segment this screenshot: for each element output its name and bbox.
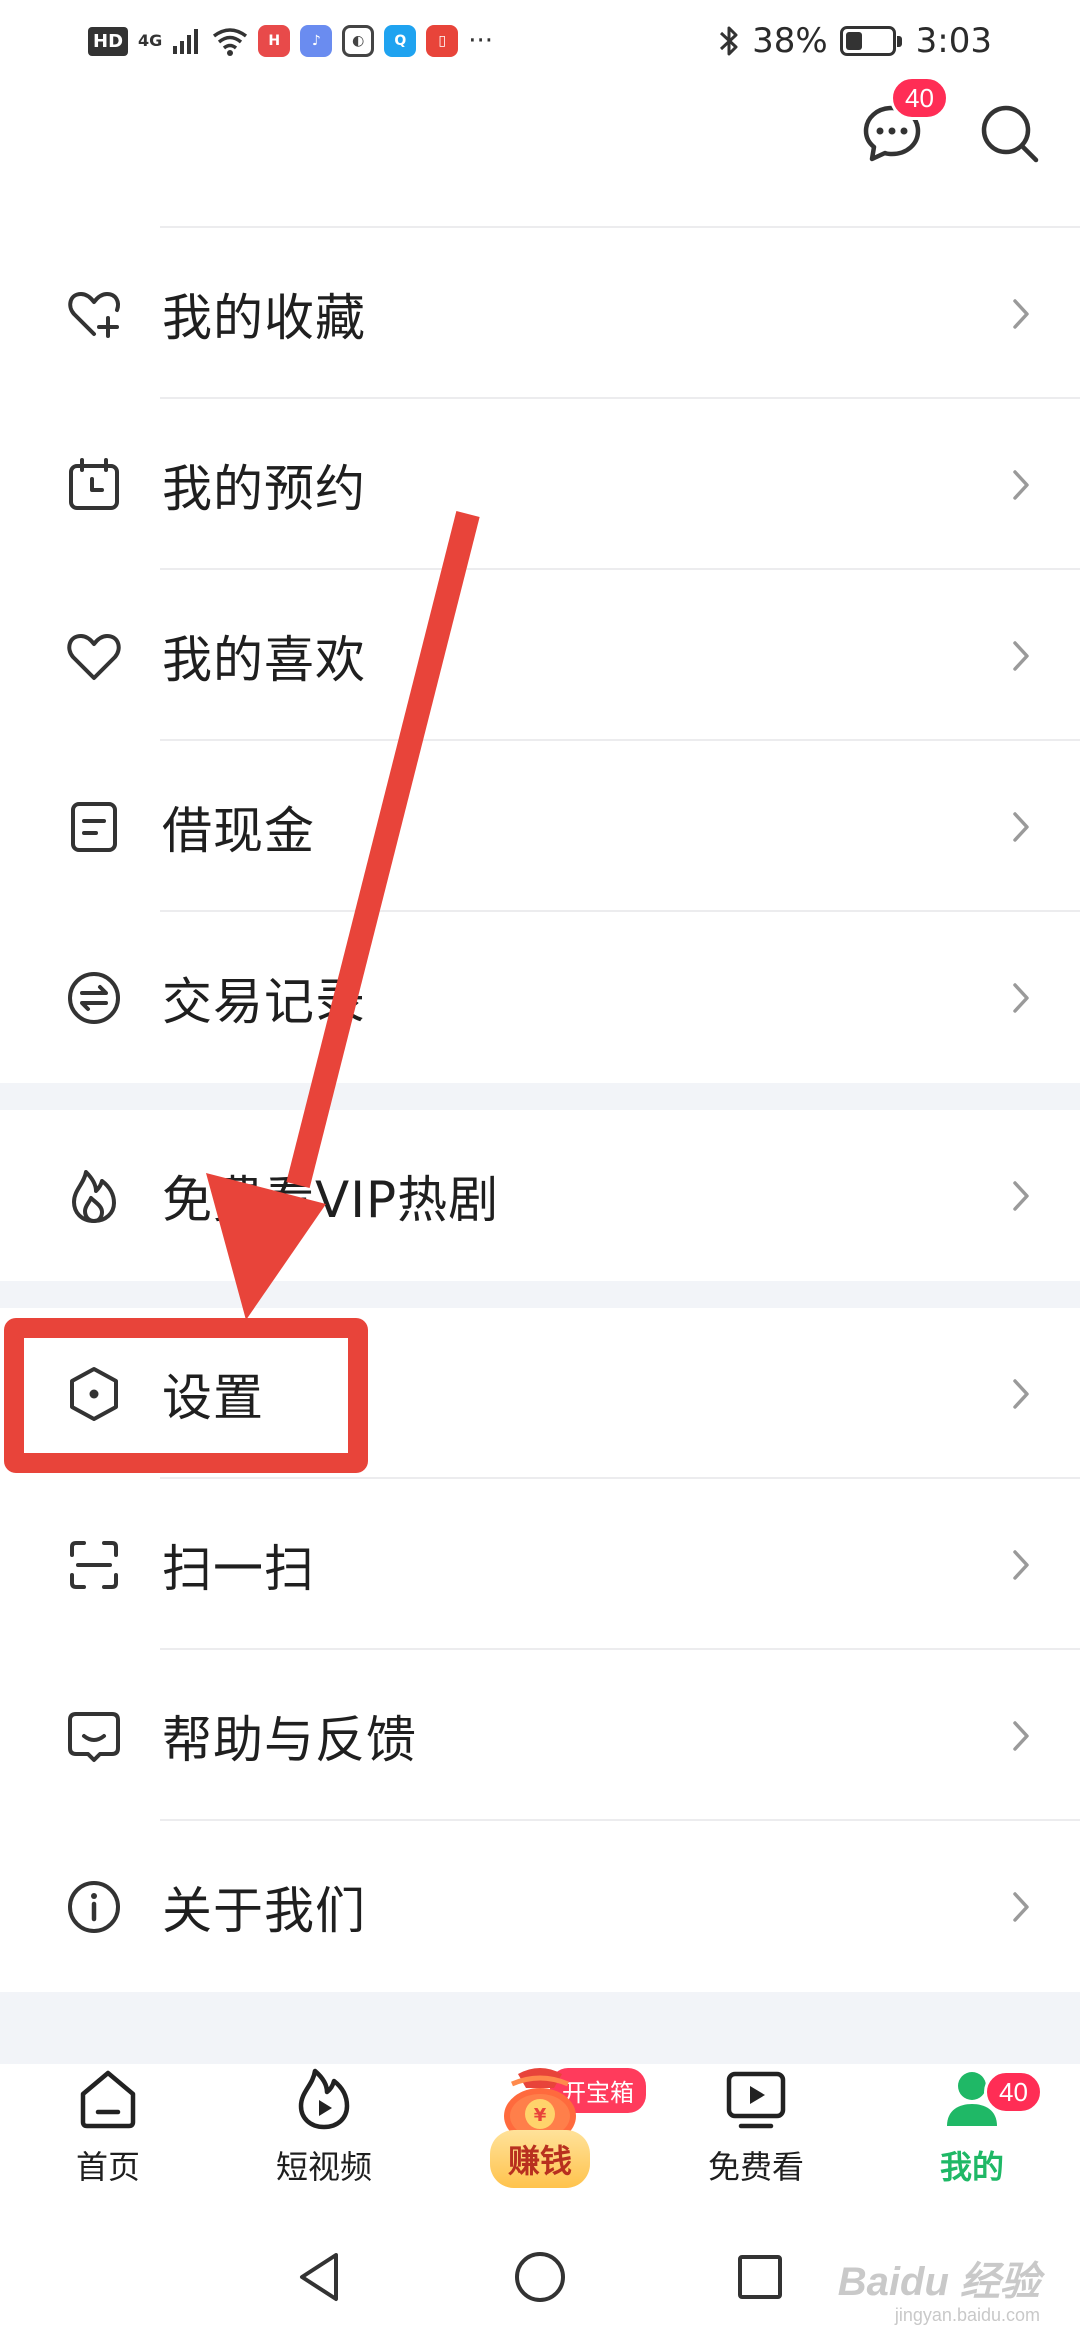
chevron-right-icon [1006, 636, 1036, 676]
menu-label: 我的喜欢 [162, 630, 366, 689]
nav-label: 我的 [939, 2148, 1004, 2186]
huawei-app-icon: H [258, 25, 291, 57]
wifi-icon [213, 28, 248, 56]
nav-label: 免费看 [707, 2148, 804, 2186]
more-notifications-icon: ··· [468, 26, 494, 56]
search-icon [981, 105, 1039, 163]
music-app-icon: ♪ [300, 25, 333, 57]
menu-item-about[interactable]: 关于我们 [0, 1821, 1080, 1992]
watermark-brand: Baidu 经验 [837, 2260, 1040, 2304]
document-icon [62, 795, 126, 859]
baidu-watermark: Baidu 经验 jingyan.baidu.com [838, 2262, 1040, 2324]
feedback-icon [62, 1704, 126, 1768]
top-actions: 40 [852, 76, 1050, 174]
nav-free-watch[interactable]: 免费看 [648, 2064, 864, 2214]
menu-label: 帮助与反馈 [162, 1710, 417, 1769]
exchange-icon [62, 966, 126, 1030]
browser-app-icon: ◐ [342, 25, 375, 57]
hd-indicator: HD [88, 26, 129, 56]
chevron-right-icon [1006, 1887, 1036, 1927]
nav-short-video[interactable]: 短视频 [216, 2064, 432, 2214]
menu-group-promo: 免费看VIP热剧 [0, 1110, 1080, 1281]
annotation-highlight-box [4, 1318, 368, 1473]
nav-earn[interactable]: 开宝箱 ¥ 赚钱 [432, 2064, 648, 2214]
recents-square-icon [738, 2255, 782, 2299]
chevron-right-icon [1006, 807, 1036, 847]
nav-home[interactable]: 首页 [0, 2064, 216, 2214]
heart-icon [62, 624, 126, 688]
menu-item-likes[interactable]: 我的喜欢 [0, 570, 1080, 741]
system-back-button[interactable] [280, 2237, 360, 2317]
signal-icon [173, 29, 199, 54]
nav-mine-badge: 40 [984, 2070, 1043, 2114]
back-triangle-icon [300, 2253, 338, 2301]
svg-text:¥: ¥ [534, 2105, 547, 2126]
menu-item-favorites[interactable]: 我的收藏 [0, 228, 1080, 399]
network-type: 4G [138, 31, 163, 50]
search-button[interactable] [970, 94, 1050, 174]
menu-item-help-feedback[interactable]: 帮助与反馈 [0, 1650, 1080, 1821]
status-bar: HD 4G H ♪ ◐ Q ▯ ··· 38% 3:03 [0, 0, 1080, 82]
home-icon [73, 2064, 143, 2134]
battery-level [845, 32, 863, 50]
menu-item-free-vip[interactable]: 免费看VIP热剧 [0, 1110, 1080, 1281]
menu-label: 我的收藏 [162, 288, 366, 347]
chevron-right-icon [1006, 1716, 1036, 1756]
clock: 3:03 [915, 21, 992, 61]
info-icon [62, 1875, 126, 1939]
status-right: 38% 3:03 [718, 21, 992, 61]
nav-label: 赚钱 [489, 2130, 590, 2188]
menu-label: 关于我们 [162, 1881, 366, 1940]
bluetooth-icon [720, 26, 738, 56]
battery-percent: 38% [752, 21, 828, 61]
menu-label: 交易记录 [162, 972, 366, 1031]
menu-label: 我的预约 [162, 459, 366, 518]
search-app-icon: Q [384, 25, 417, 57]
message-button[interactable]: 40 [852, 76, 949, 174]
menu-item-transactions[interactable]: 交易记录 [0, 912, 1080, 1083]
tv-play-icon [721, 2064, 791, 2134]
nav-mine[interactable]: 40 我的 [864, 2064, 1080, 2214]
flame-play-icon [289, 2064, 359, 2134]
system-home-button[interactable] [500, 2237, 580, 2317]
menu-item-scan[interactable]: 扫一扫 [0, 1479, 1080, 1650]
section-gap [0, 1083, 1080, 1110]
calendar-icon [62, 453, 126, 517]
menu-label: 免费看VIP热剧 [162, 1170, 500, 1229]
heart-plus-icon [62, 282, 126, 346]
system-recents-button[interactable] [720, 2237, 800, 2317]
chevron-right-icon [1006, 1545, 1036, 1585]
menu-item-borrow-cash[interactable]: 借现金 [0, 741, 1080, 912]
bottom-spacer [0, 1992, 1080, 2064]
nav-label: 首页 [75, 2148, 140, 2186]
menu-label: 扫一扫 [162, 1539, 315, 1598]
battery-icon [839, 26, 902, 56]
chevron-right-icon [1006, 1176, 1036, 1216]
chevron-right-icon [1006, 465, 1036, 505]
chevron-right-icon [1006, 1374, 1036, 1414]
chevron-right-icon [1006, 294, 1036, 334]
home-circle-icon [515, 2252, 565, 2302]
menu-item-reservations[interactable]: 我的预约 [0, 399, 1080, 570]
message-badge: 40 [890, 76, 949, 120]
watermark-url: jingyan.baidu.com [894, 2305, 1040, 2325]
scan-icon [62, 1533, 126, 1597]
flame-icon [62, 1164, 126, 1228]
menu-label: 借现金 [162, 801, 315, 860]
reader-app-icon: ▯ [426, 25, 459, 57]
menu-group-account: 我的收藏 我的预约 我的喜欢 借现金 交易记录 [0, 228, 1080, 1083]
section-gap [0, 1281, 1080, 1308]
chevron-right-icon [1006, 978, 1036, 1018]
bottom-nav: 首页 短视频 开宝箱 ¥ 赚钱 免费看 40 我的 [0, 2064, 1080, 2214]
nav-label: 短视频 [275, 2148, 372, 2186]
status-left: HD 4G H ♪ ◐ Q ▯ ··· [88, 25, 493, 57]
